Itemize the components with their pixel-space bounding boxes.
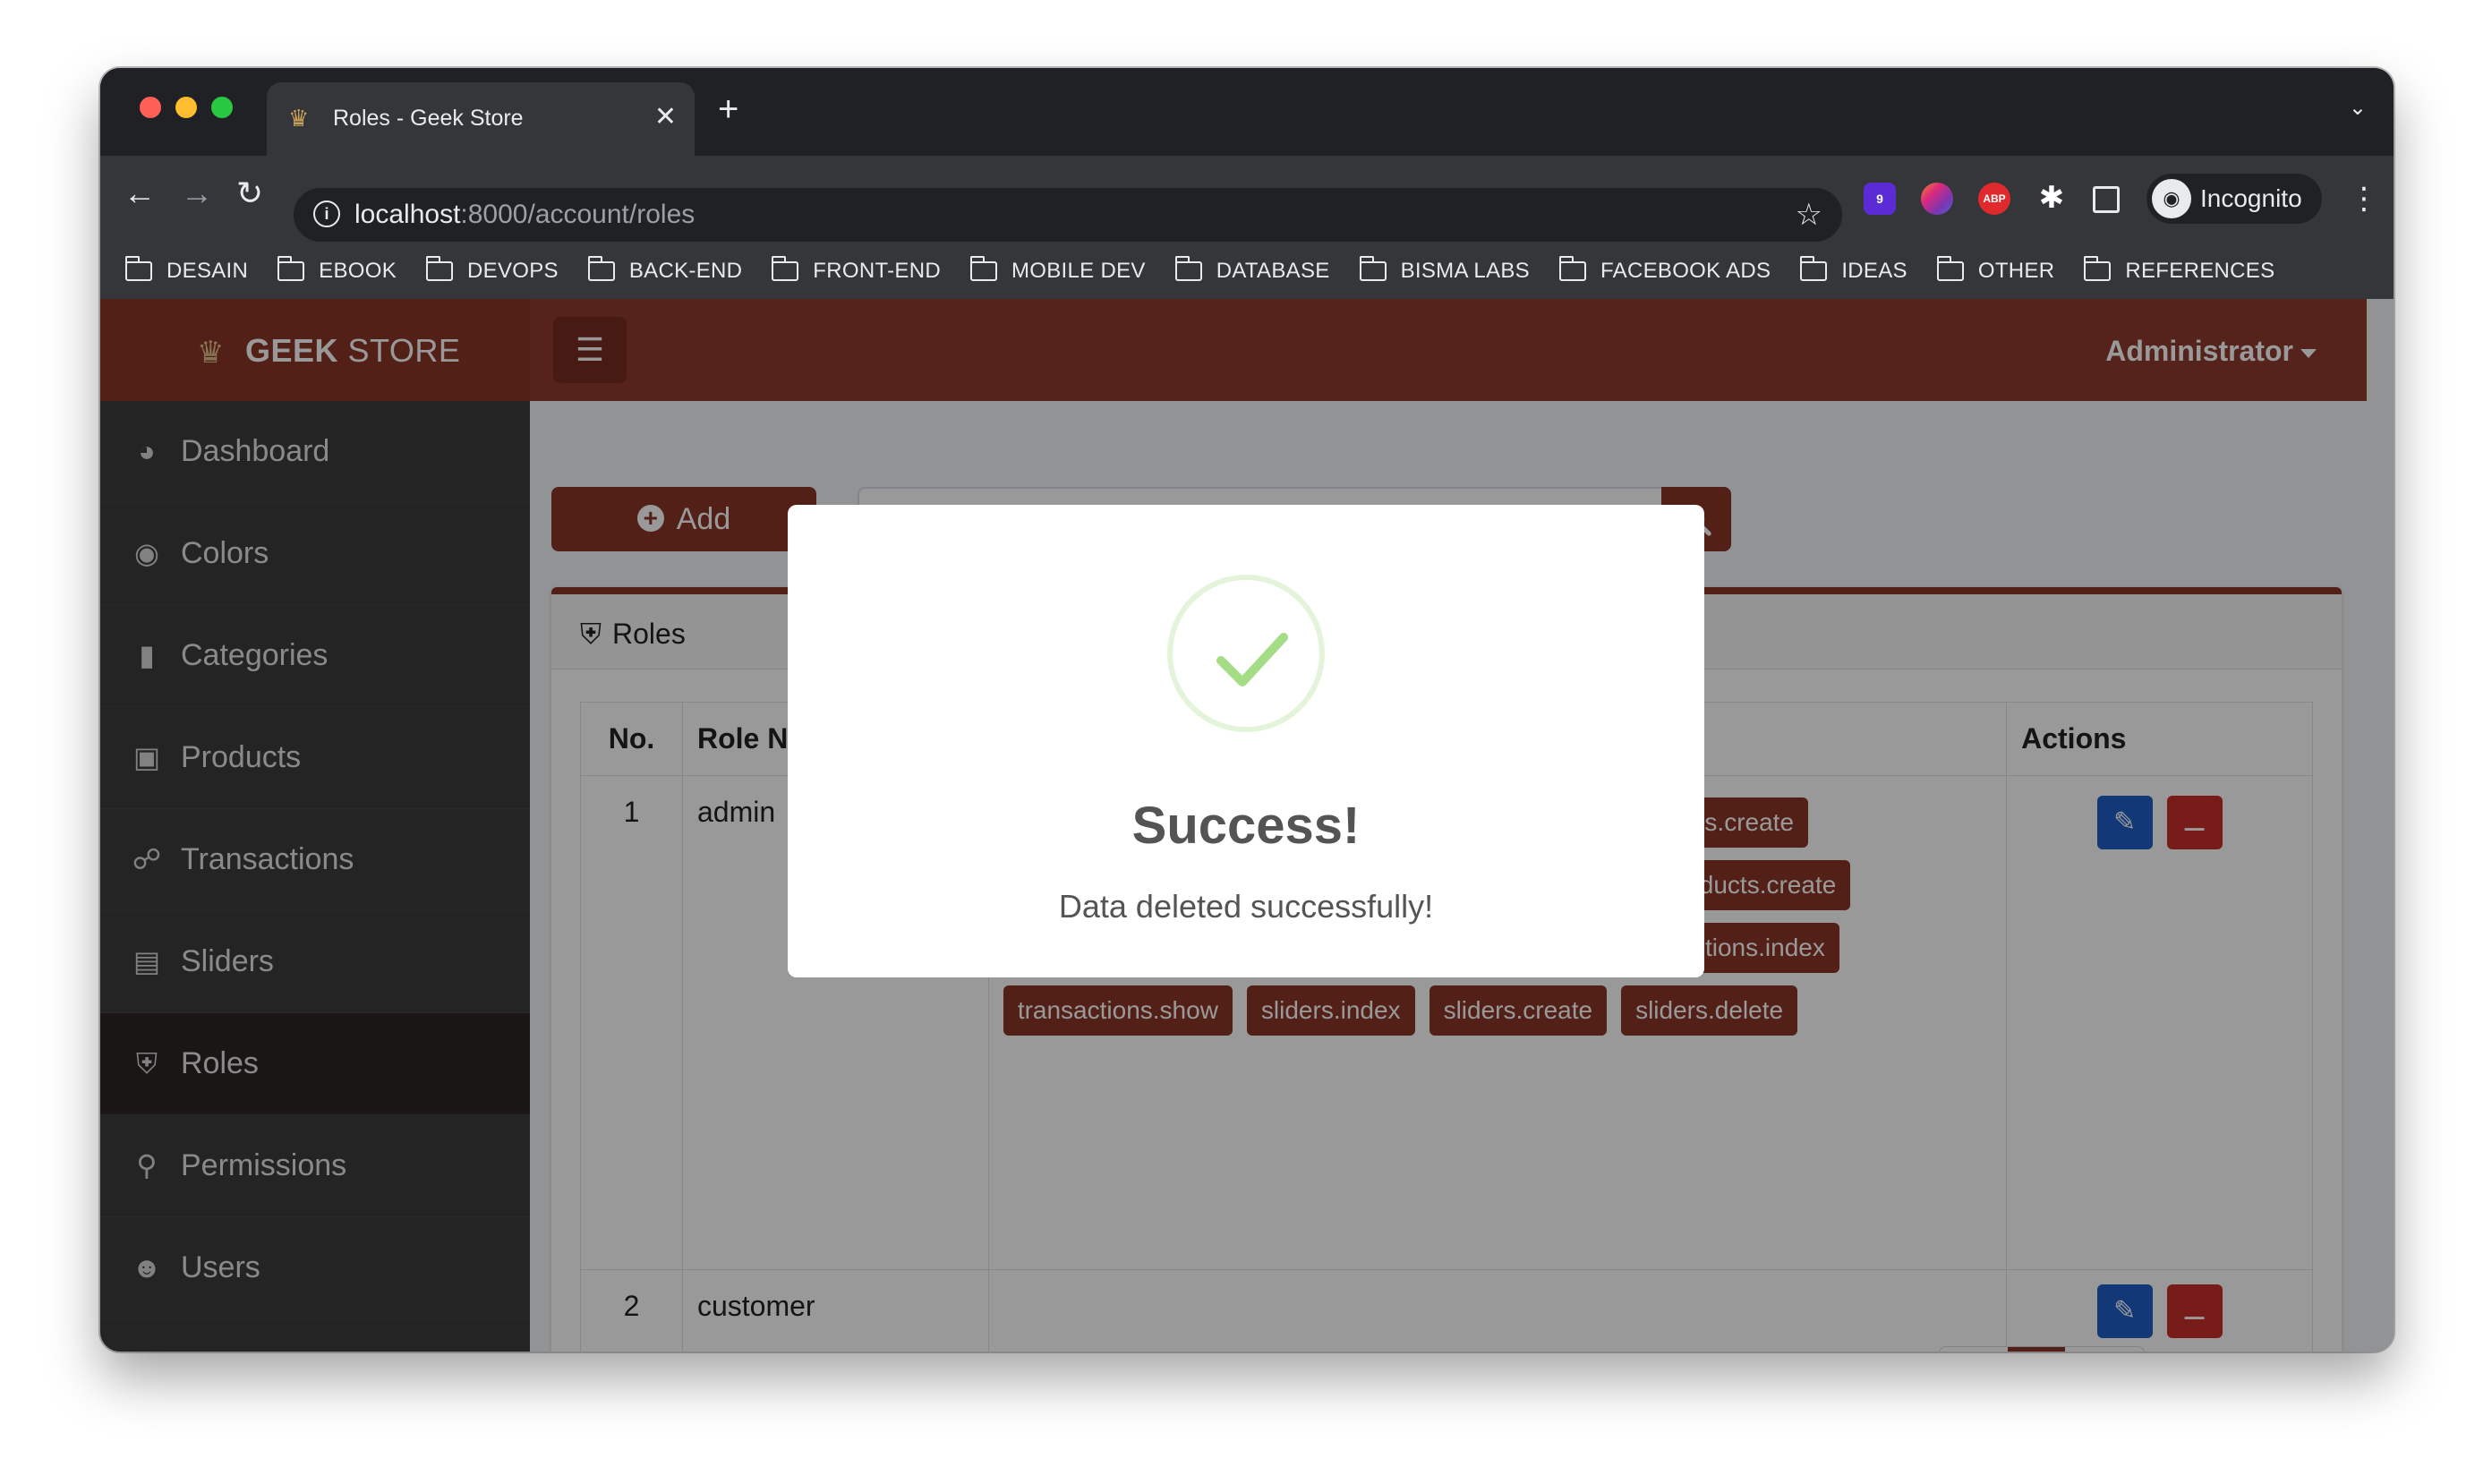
bookmark-facebook-ads[interactable]: FACEBOOK ADS	[1559, 256, 1771, 284]
back-arrow-icon[interactable]: ←	[124, 175, 156, 211]
favicon-icon: ♛	[288, 105, 310, 132]
tab-close-icon[interactable]: ✕	[654, 102, 677, 132]
extension-camera-icon[interactable]	[1921, 183, 1953, 215]
bookmark-front-end[interactable]: FRONT-END	[772, 256, 941, 284]
folder-icon	[2084, 256, 2112, 281]
incognito-icon: ◉	[2152, 179, 2191, 218]
modal-title: Success!	[1131, 797, 1361, 855]
folder-icon	[969, 256, 997, 281]
folder-icon	[1559, 256, 1586, 281]
title-bar: ♛ Roles - Geek Store ✕ + ⌄	[100, 68, 2394, 156]
bookmark-ideas[interactable]: IDEAS	[1800, 256, 1907, 284]
close-window-button[interactable]	[140, 97, 161, 118]
bookmark-back-end[interactable]: BACK-END	[587, 256, 742, 284]
bookmark-desain[interactable]: DESAIN	[125, 256, 248, 284]
site-info-icon[interactable]: i	[313, 200, 340, 227]
extensions-icon[interactable]: ✱	[2035, 183, 2068, 215]
tab-title: Roles - Geek Store	[333, 106, 524, 131]
bookmark-ebook[interactable]: EBOOK	[277, 256, 397, 284]
checkmark-icon	[1216, 633, 1288, 687]
bookmark-references[interactable]: REFERENCES	[2084, 256, 2274, 284]
browser-toolbar: ← → ↻ i localhost:8000/account/roles ☆ 9…	[100, 156, 2394, 243]
folder-icon	[277, 256, 305, 281]
folder-icon	[1936, 256, 1964, 281]
folder-icon	[587, 256, 615, 281]
new-tab-button[interactable]: +	[718, 91, 738, 127]
incognito-indicator[interactable]: ◉ Incognito	[2146, 174, 2322, 224]
side-panel-icon[interactable]	[2093, 186, 2120, 213]
folder-icon	[1174, 256, 1202, 281]
tab-search-chevron-icon[interactable]: ⌄	[2349, 95, 2367, 121]
bookmark-database[interactable]: DATABASE	[1174, 256, 1330, 284]
minimize-window-button[interactable]	[175, 97, 197, 118]
page-viewport: ♛ GEEK STORE ☰ Administrator ◕ Dashboard …	[100, 299, 2394, 1352]
address-bar[interactable]: i localhost:8000/account/roles ☆	[294, 188, 1842, 242]
incognito-label: Incognito	[2200, 184, 2302, 212]
folder-icon	[1800, 256, 1828, 281]
bookmark-other[interactable]: OTHER	[1936, 256, 2055, 284]
modal-message: Data deleted successfully!	[1058, 888, 1434, 925]
url-text[interactable]: localhost:8000/account/roles	[354, 200, 695, 229]
bookmark-devops[interactable]: DEVOPS	[426, 256, 559, 284]
extension-puzzle-badge-icon[interactable]: 9	[1864, 183, 1896, 215]
browser-tab[interactable]: ♛ Roles - Geek Store ✕	[267, 82, 695, 156]
folder-icon	[1359, 256, 1387, 281]
browser-menu-icon[interactable]: ⋮	[2349, 174, 2379, 224]
bookmark-mobile-dev[interactable]: MOBILE DEV	[969, 256, 1146, 284]
forward-arrow-icon[interactable]: →	[181, 175, 213, 211]
browser-window: ♛ Roles - Geek Store ✕ + ⌄ ← → ↻ i local…	[100, 68, 2394, 1352]
folder-icon	[426, 256, 454, 281]
bookmarks-bar: DESAIN EBOOK DEVOPS BACK-END FRONT-END M…	[100, 243, 2394, 299]
bookmark-bisma-labs[interactable]: BISMA LABS	[1359, 256, 1530, 284]
folder-icon	[125, 256, 152, 281]
success-ring	[1167, 575, 1325, 732]
folder-icon	[772, 256, 799, 281]
reload-icon[interactable]: ↻	[236, 175, 263, 211]
bookmark-star-icon[interactable]: ☆	[1796, 197, 1822, 233]
adblock-icon[interactable]: ABP	[1978, 183, 2010, 215]
maximize-window-button[interactable]	[211, 97, 233, 118]
success-modal: Success! Data deleted successfully!	[788, 505, 1704, 977]
